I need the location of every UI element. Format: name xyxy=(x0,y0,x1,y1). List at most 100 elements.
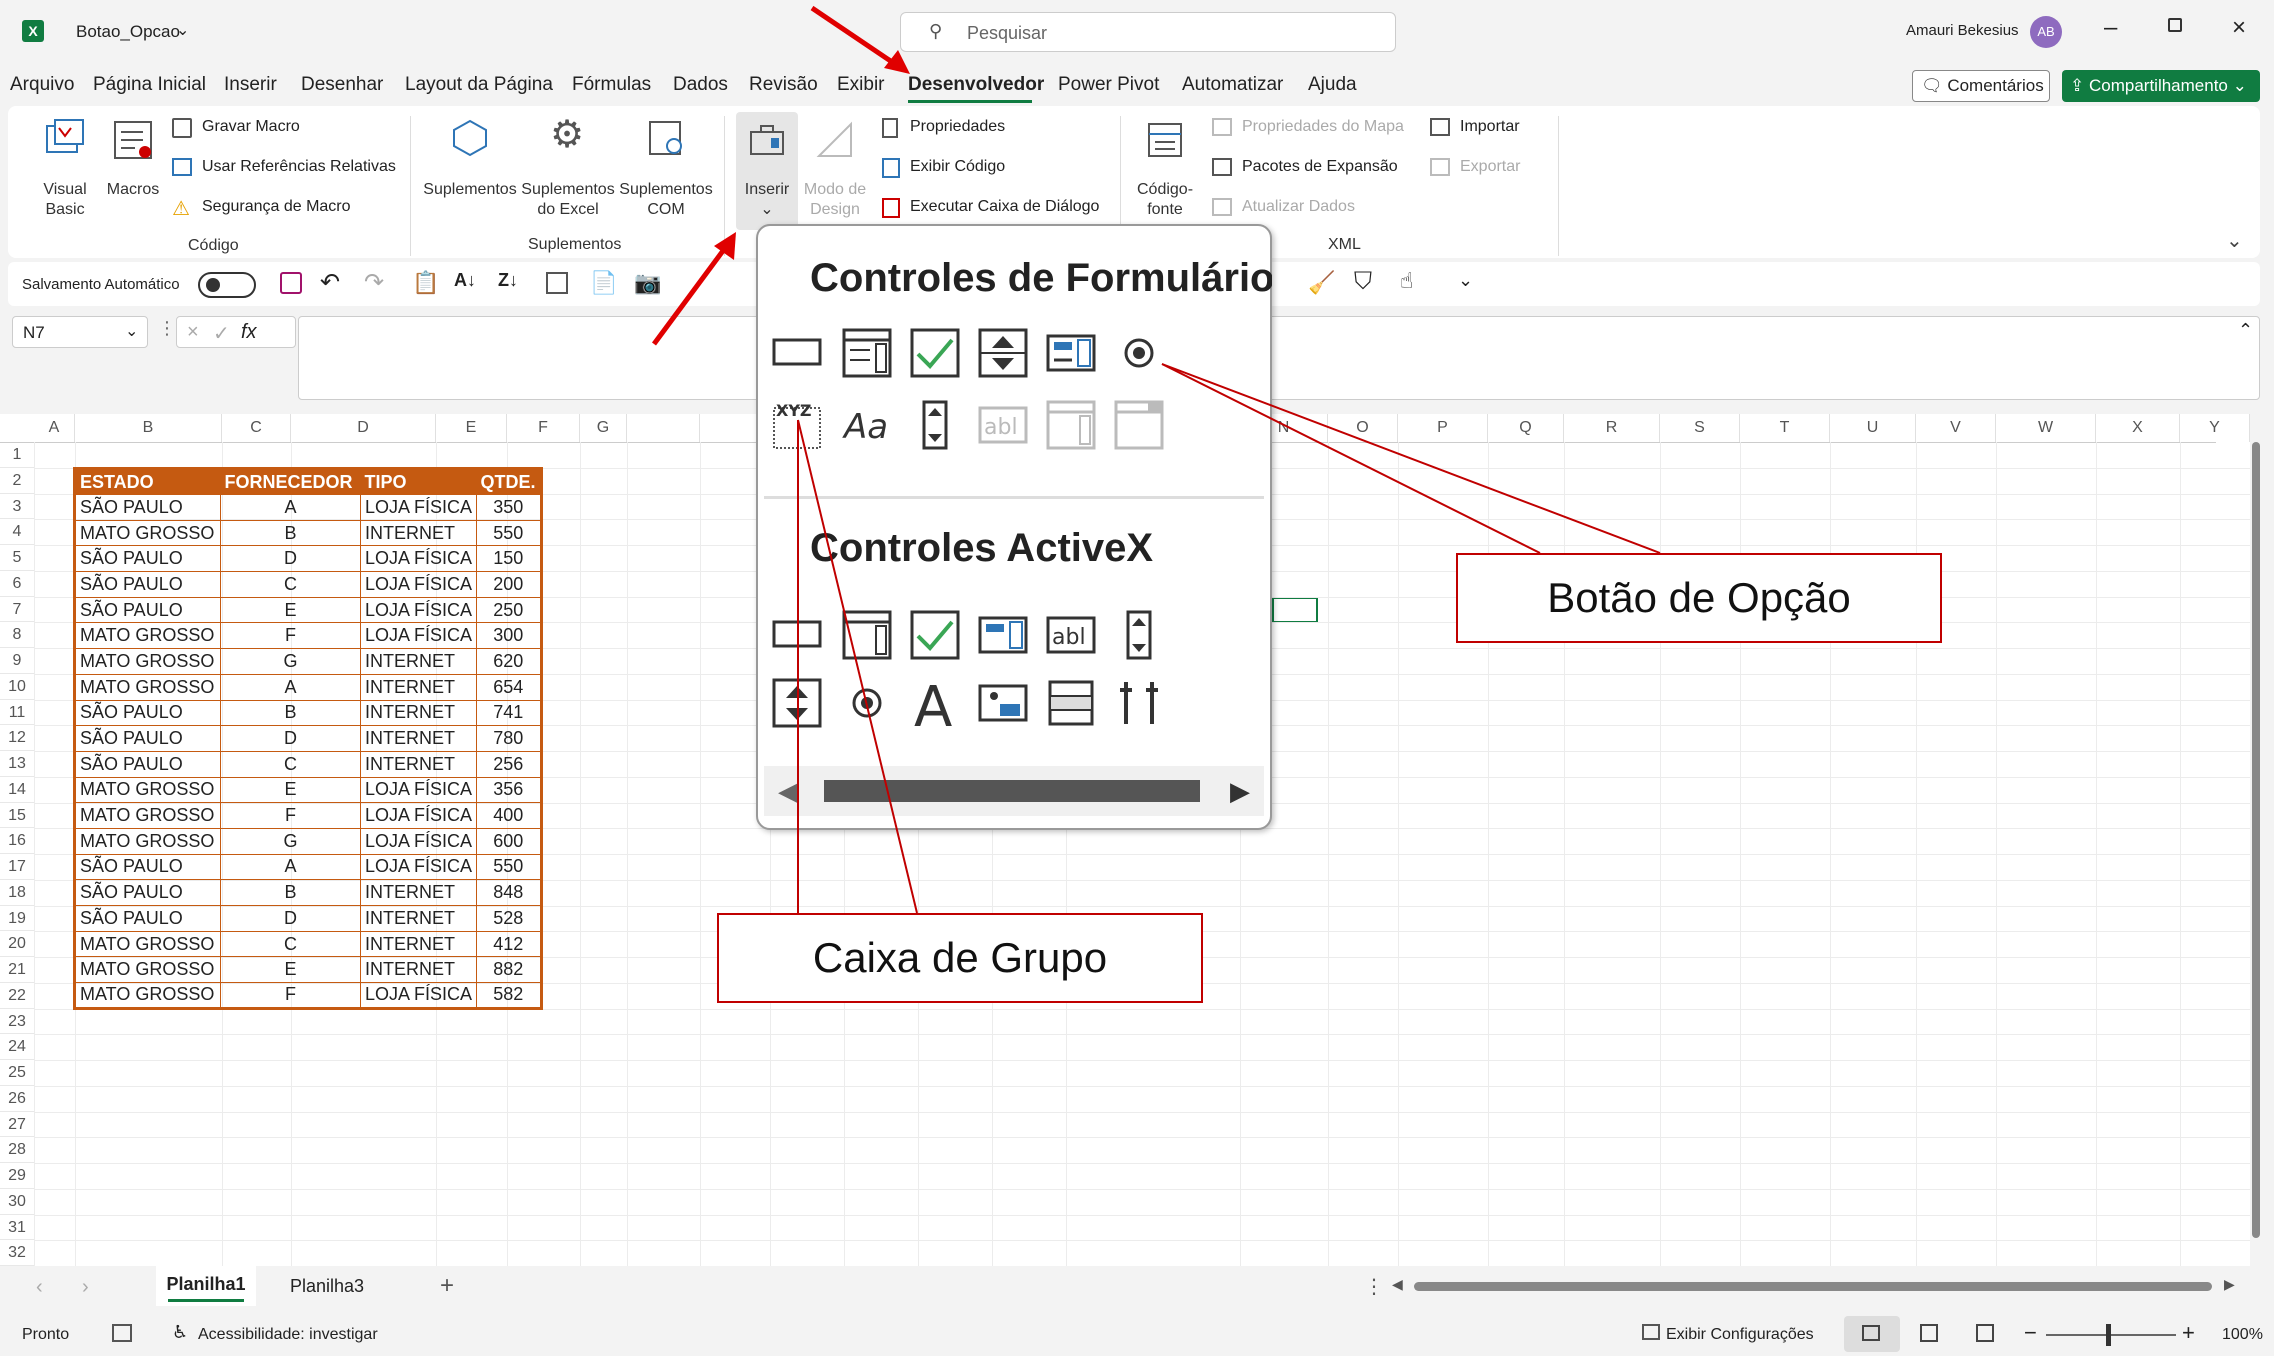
table-cell[interactable]: 412 xyxy=(476,930,542,958)
confirm-icon[interactable]: ✓ xyxy=(213,321,230,346)
menu-power-pivot[interactable]: Power Pivot xyxy=(1058,74,1159,96)
table-cell[interactable]: G xyxy=(220,648,361,675)
table-cell[interactable]: C xyxy=(220,571,361,598)
column-header[interactable]: X xyxy=(2096,414,2180,442)
table-cell[interactable]: G xyxy=(220,827,361,855)
visual-basic-button[interactable]: Visual Basic xyxy=(28,112,102,222)
table-cell[interactable]: MATO GROSSO xyxy=(74,519,221,547)
table-cell[interactable]: D xyxy=(220,905,361,932)
popup-scrollbar[interactable]: ◀ ▶ xyxy=(764,766,1264,816)
table-cell[interactable]: LOJA FÍSICA xyxy=(359,827,478,855)
maximize-icon[interactable] xyxy=(2168,18,2182,32)
table-cell[interactable]: INTERNET xyxy=(359,905,478,932)
table-cell[interactable]: 550 xyxy=(476,519,542,547)
table-cell[interactable]: 550 xyxy=(476,853,542,881)
table-cell[interactable]: SÃO PAULO xyxy=(74,853,221,881)
more-icon[interactable]: ⋮ xyxy=(158,318,176,339)
active-cell-n7[interactable] xyxy=(1272,597,1318,623)
activex-option-button-icon[interactable] xyxy=(840,676,894,730)
activex-more-controls-icon[interactable] xyxy=(1112,676,1166,730)
column-header[interactable]: E xyxy=(436,414,507,442)
inserir-controle-button[interactable]: Inserir ⌄ xyxy=(736,112,798,230)
menu-desenhar[interactable]: Desenhar xyxy=(301,74,383,96)
column-header[interactable]: G xyxy=(580,414,627,442)
column-header[interactable] xyxy=(627,414,700,442)
table-cell[interactable]: LOJA FÍSICA xyxy=(359,776,478,804)
table-cell[interactable]: C xyxy=(220,930,361,958)
scroll-left-icon[interactable]: ◀ xyxy=(1392,1276,1403,1293)
table-cell[interactable]: SÃO PAULO xyxy=(74,494,221,521)
row-header[interactable]: 22 xyxy=(0,983,34,1009)
autosave-toggle[interactable] xyxy=(198,272,256,298)
table-cell[interactable]: INTERNET xyxy=(359,648,478,675)
table-cell[interactable]: D xyxy=(220,545,361,573)
accessibility-status[interactable]: Acessibilidade: investigar xyxy=(198,1326,378,1344)
normal-view-button[interactable] xyxy=(1844,1316,1900,1352)
row-header[interactable]: 23 xyxy=(0,1009,34,1035)
table-cell[interactable]: 620 xyxy=(476,648,542,675)
sheet-tab-planilha1[interactable]: Planilha1 xyxy=(156,1266,256,1306)
sheet-tab-planilha3[interactable]: Planilha3 xyxy=(272,1266,382,1306)
formula-input[interactable] xyxy=(298,316,2260,400)
group-box-control-icon[interactable]: XYZ xyxy=(770,398,824,452)
column-header[interactable]: D xyxy=(291,414,436,442)
table-cell[interactable]: LOJA FÍSICA xyxy=(359,853,478,881)
table-cell[interactable]: 654 xyxy=(476,673,542,701)
row-header[interactable]: 7 xyxy=(0,597,34,623)
menu-arquivo[interactable]: Arquivo xyxy=(10,74,74,96)
activex-list-box-icon[interactable] xyxy=(976,608,1030,662)
table-cell[interactable]: INTERNET xyxy=(359,673,478,701)
row-header[interactable]: 31 xyxy=(0,1215,34,1241)
column-header[interactable]: S xyxy=(1660,414,1740,442)
save-icon[interactable] xyxy=(280,272,302,294)
table-cell[interactable]: MATO GROSSO xyxy=(74,802,221,829)
activex-button-icon[interactable] xyxy=(770,608,824,662)
table-cell[interactable]: MATO GROSSO xyxy=(74,982,221,1009)
column-header[interactable]: B xyxy=(75,414,222,442)
column-header[interactable]: O xyxy=(1328,414,1398,442)
table-cell[interactable]: LOJA FÍSICA xyxy=(359,982,478,1009)
clear-format-icon[interactable]: 🧹 xyxy=(1308,270,1335,296)
table-cell[interactable]: MATO GROSSO xyxy=(74,956,221,984)
row-header[interactable]: 8 xyxy=(0,622,34,648)
popup-scroll-thumb[interactable] xyxy=(824,780,1200,802)
page-layout-icon[interactable] xyxy=(1920,1324,1938,1342)
column-header[interactable]: P xyxy=(1398,414,1488,442)
table-cell[interactable]: INTERNET xyxy=(359,956,478,984)
table-cell[interactable]: MATO GROSSO xyxy=(74,930,221,958)
row-header[interactable]: 5 xyxy=(0,545,34,571)
column-header[interactable]: W xyxy=(1996,414,2096,442)
table-cell[interactable]: 200 xyxy=(476,571,542,598)
row-header[interactable]: 6 xyxy=(0,571,34,597)
next-sheet-icon[interactable]: › xyxy=(82,1276,89,1299)
table-cell[interactable]: F xyxy=(220,802,361,829)
activex-label-icon[interactable]: A xyxy=(908,676,962,730)
row-header[interactable]: 2 xyxy=(0,468,34,494)
row-header[interactable]: 24 xyxy=(0,1034,34,1060)
row-header[interactable]: 18 xyxy=(0,880,34,906)
row-header[interactable]: 3 xyxy=(0,494,34,520)
combo-list-edit-control-icon[interactable] xyxy=(1044,398,1098,452)
column-header[interactable]: R xyxy=(1564,414,1660,442)
table-cell[interactable]: SÃO PAULO xyxy=(74,596,221,624)
scroll-left-icon[interactable]: ◀ xyxy=(778,776,798,807)
row-header[interactable]: 14 xyxy=(0,777,34,803)
table-cell[interactable]: 356 xyxy=(476,776,542,804)
table-cell[interactable]: MATO GROSSO xyxy=(74,673,221,701)
table-cell[interactable]: MATO GROSSO xyxy=(74,622,221,650)
filter-icon[interactable]: ⛉ xyxy=(1354,268,1372,296)
function-icon[interactable]: fx xyxy=(241,321,257,344)
table-cell[interactable]: SÃO PAULO xyxy=(74,905,221,932)
minimize-icon[interactable]: – xyxy=(2104,14,2117,42)
zoom-slider-thumb[interactable] xyxy=(2106,1324,2111,1346)
scroll-right-icon[interactable]: ▶ xyxy=(1230,776,1250,807)
table-cell[interactable]: F xyxy=(220,982,361,1009)
macros-button[interactable]: Macros xyxy=(98,112,168,222)
row-header[interactable]: 13 xyxy=(0,751,34,777)
row-header[interactable]: 27 xyxy=(0,1112,34,1138)
menu-desenvolvedor[interactable]: Desenvolvedor xyxy=(908,74,1044,96)
table-cell[interactable]: INTERNET xyxy=(359,930,478,958)
combo-drop-edit-control-icon[interactable] xyxy=(1112,398,1166,452)
table-cell[interactable]: 350 xyxy=(476,494,542,521)
row-header[interactable]: 1 xyxy=(0,442,34,468)
